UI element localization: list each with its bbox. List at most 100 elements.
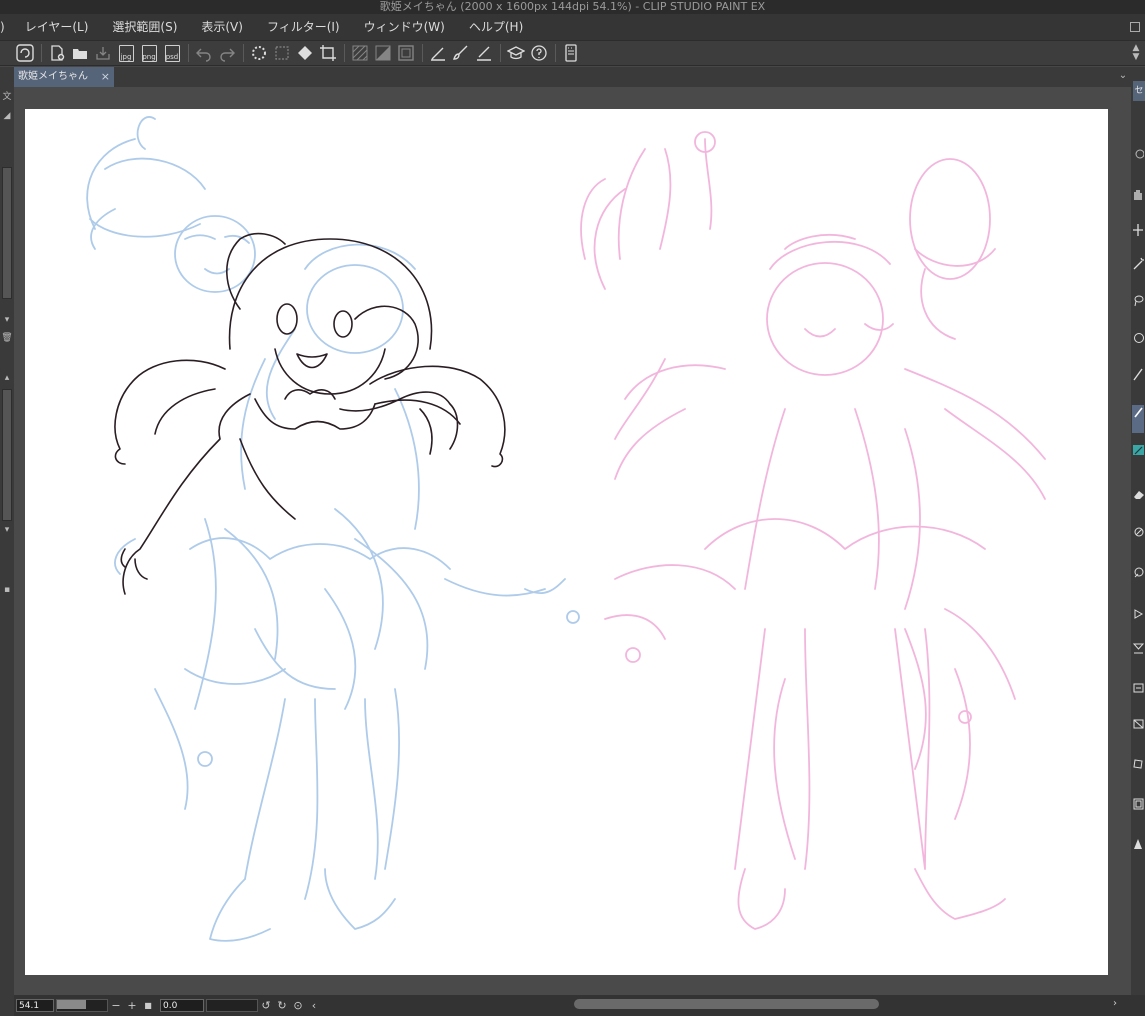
expand-panel-icon[interactable]: ◢ — [0, 111, 14, 121]
hatch-icon[interactable] — [349, 42, 371, 64]
color-brush-icon[interactable] — [1132, 443, 1144, 457]
export-jpg-label: jpg — [118, 44, 134, 62]
menu-item-partial[interactable]: ) — [0, 14, 13, 40]
toolbar-separator — [243, 44, 244, 62]
undo-icon[interactable] — [193, 42, 215, 64]
left-panel-scrollbar-lower[interactable] — [2, 389, 12, 521]
canvas-area[interactable] — [14, 87, 1131, 995]
rotate-right-button[interactable]: ↻ — [274, 999, 290, 1013]
blue-sketch-layer — [86, 116, 580, 942]
rotate-left-button[interactable]: ↺ — [258, 999, 274, 1013]
menu-item-selection[interactable]: 選択範囲(S) — [100, 14, 189, 40]
frame-icon[interactable] — [395, 42, 417, 64]
horizontal-scrollbar[interactable] — [574, 999, 879, 1009]
rotation-input[interactable]: 0.0 — [160, 999, 204, 1012]
window-title: 歌姫メイちゃん (2000 x 1600px 144dpi 54.1%) - C… — [379, 0, 766, 13]
menu-item-window[interactable]: ウィンドウ(W) — [352, 14, 457, 40]
redo-icon[interactable] — [216, 42, 238, 64]
flip-button[interactable]: ‹ — [306, 999, 322, 1013]
figure-icon[interactable] — [1132, 757, 1144, 771]
artwork — [86, 116, 1046, 942]
left-panel-scrollbar[interactable] — [2, 167, 12, 299]
toolbar-overflow-icon[interactable]: ▲ ▼ — [1127, 44, 1145, 62]
command-bar: jpg png psd ▲ ▼ — [0, 40, 1145, 66]
help-icon[interactable] — [528, 42, 550, 64]
sub-tool-tab[interactable]: セ — [1133, 81, 1145, 101]
blend-icon[interactable] — [1132, 525, 1144, 539]
export-png-icon[interactable]: png — [138, 42, 160, 64]
toolbar-separator — [422, 44, 423, 62]
toolbar-separator — [41, 44, 42, 62]
chevron-up-icon[interactable]: ▴ — [0, 373, 14, 383]
menu-item-view[interactable]: 表示(V) — [189, 14, 255, 40]
settings-icon[interactable] — [560, 42, 582, 64]
toolbar-separator — [555, 44, 556, 62]
reset-rotation-button[interactable]: ⊙ — [290, 999, 306, 1013]
hand-icon[interactable] — [1132, 187, 1144, 201]
wand-icon[interactable] — [1132, 257, 1144, 271]
loading-icon[interactable] — [248, 42, 270, 64]
lasso-icon[interactable] — [1132, 293, 1144, 307]
pen-adjust-icon[interactable] — [427, 42, 449, 64]
tab-document[interactable]: 歌姫メイちゃん × — [14, 67, 114, 87]
toolbar-separator — [344, 44, 345, 62]
zoom-out-button[interactable]: − — [108, 999, 124, 1013]
crop-icon[interactable] — [317, 42, 339, 64]
menu-bar: ) レイヤー(L) 選択範囲(S) 表示(V) フィルター(I) ウィンドウ(W… — [0, 14, 1145, 40]
pen-pressure-icon[interactable] — [473, 42, 495, 64]
new-canvas-icon[interactable] — [46, 42, 68, 64]
pink-sketch-layer — [580, 131, 1046, 930]
fit-button[interactable]: ■ — [140, 999, 156, 1013]
status-bar: 54.1 − + ■ 0.0 ↺ ↻ ⊙ ‹ › — [14, 995, 1131, 1016]
brush-icon[interactable] — [450, 42, 472, 64]
close-icon[interactable]: × — [101, 67, 110, 87]
zoom-slider[interactable] — [56, 999, 108, 1012]
rotation-slider[interactable] — [206, 999, 258, 1012]
chevron-down-icon[interactable]: ⌄ — [1117, 69, 1129, 83]
fill-icon[interactable] — [294, 42, 316, 64]
export-png-label: png — [141, 44, 157, 62]
trash-icon[interactable]: 🗑 — [0, 333, 14, 343]
lineart-layer — [114, 232, 506, 595]
open-folder-icon[interactable] — [69, 42, 91, 64]
half-icon[interactable] — [372, 42, 394, 64]
scroll-right-icon[interactable]: › — [1113, 998, 1117, 1009]
menu-item-layer[interactable]: レイヤー(L) — [13, 14, 101, 40]
chevron-down-icon[interactable]: ▾ — [0, 525, 14, 535]
toolbar-separator — [188, 44, 189, 62]
zoom-in-button[interactable]: + — [124, 999, 140, 1013]
left-strip-label: 文 — [2, 92, 12, 102]
cap-icon[interactable] — [505, 42, 527, 64]
save-icon[interactable] — [92, 42, 114, 64]
menu-item-filter[interactable]: フィルター(I) — [255, 14, 352, 40]
chevron-down-icon[interactable]: ▾ — [0, 315, 14, 325]
export-psd-label: psd — [164, 44, 180, 62]
zoom-slider-fill — [57, 1000, 86, 1009]
play-icon[interactable] — [1132, 607, 1144, 621]
frame-border-icon[interactable] — [1132, 797, 1144, 811]
panel-handle-icon[interactable]: ▪ — [0, 585, 14, 595]
eraser-icon[interactable] — [1132, 487, 1144, 501]
zoom-input[interactable]: 54.1 — [16, 999, 54, 1012]
circle-select-icon[interactable] — [1132, 331, 1144, 345]
pencil-icon[interactable] — [1132, 405, 1144, 433]
pen-icon[interactable] — [1132, 367, 1144, 381]
menu-item-help[interactable]: ヘルプ(H) — [457, 14, 535, 40]
drawing-canvas[interactable] — [25, 109, 1108, 975]
export-jpg-icon[interactable]: jpg — [115, 42, 137, 64]
text-icon[interactable] — [1132, 641, 1145, 655]
corner-spacer — [1131, 995, 1145, 1016]
ruler-icon[interactable] — [1132, 717, 1144, 731]
eye-icon[interactable] — [1132, 147, 1145, 161]
clip-studio-icon[interactable] — [14, 42, 36, 64]
clear-selection-icon[interactable] — [271, 42, 293, 64]
export-psd-icon[interactable]: psd — [161, 42, 183, 64]
window-restore-icon[interactable] — [1123, 14, 1145, 40]
right-tool-strip: セ — [1131, 67, 1145, 1016]
left-panel-strip: 文 ◢ ▾ 🗑 ▴ ▾ ▪ — [0, 67, 14, 1016]
transform-icon[interactable] — [1132, 681, 1144, 695]
tab-label: 歌姫メイちゃん — [18, 71, 88, 82]
color-picker-icon[interactable] — [1132, 565, 1144, 579]
gradation-icon[interactable] — [1132, 837, 1144, 851]
move-icon[interactable] — [1132, 223, 1144, 237]
